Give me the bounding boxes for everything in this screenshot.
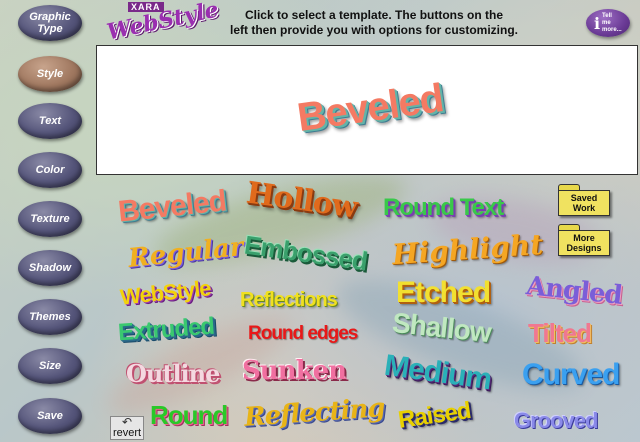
template-round-edges[interactable]: Round edges bbox=[248, 324, 358, 343]
preview-graphic-text: Beveled bbox=[294, 76, 446, 140]
logo-webstyle-text: WebStyle bbox=[104, 0, 221, 46]
template-webstyle[interactable]: WebStyle bbox=[119, 275, 212, 309]
template-outline[interactable]: Outline bbox=[126, 362, 220, 386]
sidebar-item-label: Color bbox=[35, 164, 65, 176]
template-raised[interactable]: Raised bbox=[396, 397, 472, 434]
template-round-text[interactable]: Round Text bbox=[383, 196, 504, 220]
sidebar: Graphic Type Style Text Color Texture Sh… bbox=[0, 0, 100, 442]
preview-panel: Beveled bbox=[96, 45, 638, 175]
undo-arrow-icon: ↶ bbox=[121, 415, 133, 429]
more-designs-label: More Designs bbox=[558, 230, 610, 256]
sidebar-item-label: Graphic Type bbox=[29, 11, 71, 35]
sidebar-item-label: Save bbox=[37, 410, 63, 422]
saved-work-button[interactable]: Saved Work bbox=[558, 184, 610, 216]
template-tilted[interactable]: Tilted bbox=[528, 320, 592, 346]
saved-work-label: Saved Work bbox=[558, 190, 610, 216]
template-highlight[interactable]: Highlight bbox=[391, 228, 544, 271]
sidebar-item-label: Text bbox=[38, 115, 62, 127]
sidebar-item-label: Themes bbox=[29, 311, 71, 323]
template-reflections[interactable]: Reflections bbox=[240, 290, 338, 310]
sidebar-item-texture[interactable]: Texture bbox=[18, 201, 82, 237]
template-angled[interactable]: Angled bbox=[525, 271, 623, 311]
template-embossed[interactable]: Embossed bbox=[243, 230, 369, 277]
sidebar-item-label: Shadow bbox=[28, 262, 72, 274]
sidebar-item-label: Style bbox=[36, 68, 64, 80]
template-round[interactable]: Round bbox=[150, 402, 228, 428]
info-icon: i bbox=[593, 13, 601, 33]
more-designs-button[interactable]: More Designs bbox=[558, 224, 610, 256]
xara-webstyle-logo: XARA WebStyle bbox=[105, 0, 221, 46]
tell-me-more-button[interactable]: i Tell me more... bbox=[586, 9, 630, 37]
template-regular[interactable]: Regular bbox=[127, 232, 245, 274]
sidebar-item-size[interactable]: Size bbox=[18, 348, 82, 384]
template-etched[interactable]: Etched bbox=[396, 278, 491, 308]
instructions-line-2: left then provide you with options for c… bbox=[230, 23, 518, 37]
sidebar-item-shadow[interactable]: Shadow bbox=[18, 250, 82, 286]
template-grooved[interactable]: Grooved bbox=[514, 410, 598, 432]
template-curved[interactable]: Curved bbox=[522, 360, 620, 390]
sidebar-item-save[interactable]: Save bbox=[18, 398, 82, 434]
tell-me-more-label: Tell me more... bbox=[602, 12, 622, 33]
instructions-text: Click to select a template. The buttons … bbox=[214, 8, 534, 38]
sidebar-item-label: Size bbox=[38, 360, 61, 372]
sidebar-item-text[interactable]: Text bbox=[18, 103, 82, 139]
sidebar-item-style[interactable]: Style bbox=[18, 56, 82, 92]
sidebar-item-label: Texture bbox=[30, 213, 70, 225]
instructions-line-1: Click to select a template. The buttons … bbox=[244, 8, 504, 22]
sidebar-item-graphic-type[interactable]: Graphic Type bbox=[18, 5, 82, 41]
revert-label: revert bbox=[112, 427, 142, 439]
revert-button[interactable]: ↶ revert bbox=[110, 416, 144, 440]
sidebar-item-color[interactable]: Color bbox=[18, 152, 82, 188]
template-reflecting[interactable]: Reflecting bbox=[243, 393, 385, 433]
template-sunken[interactable]: Sunken bbox=[242, 358, 347, 384]
sidebar-item-themes[interactable]: Themes bbox=[18, 299, 82, 335]
